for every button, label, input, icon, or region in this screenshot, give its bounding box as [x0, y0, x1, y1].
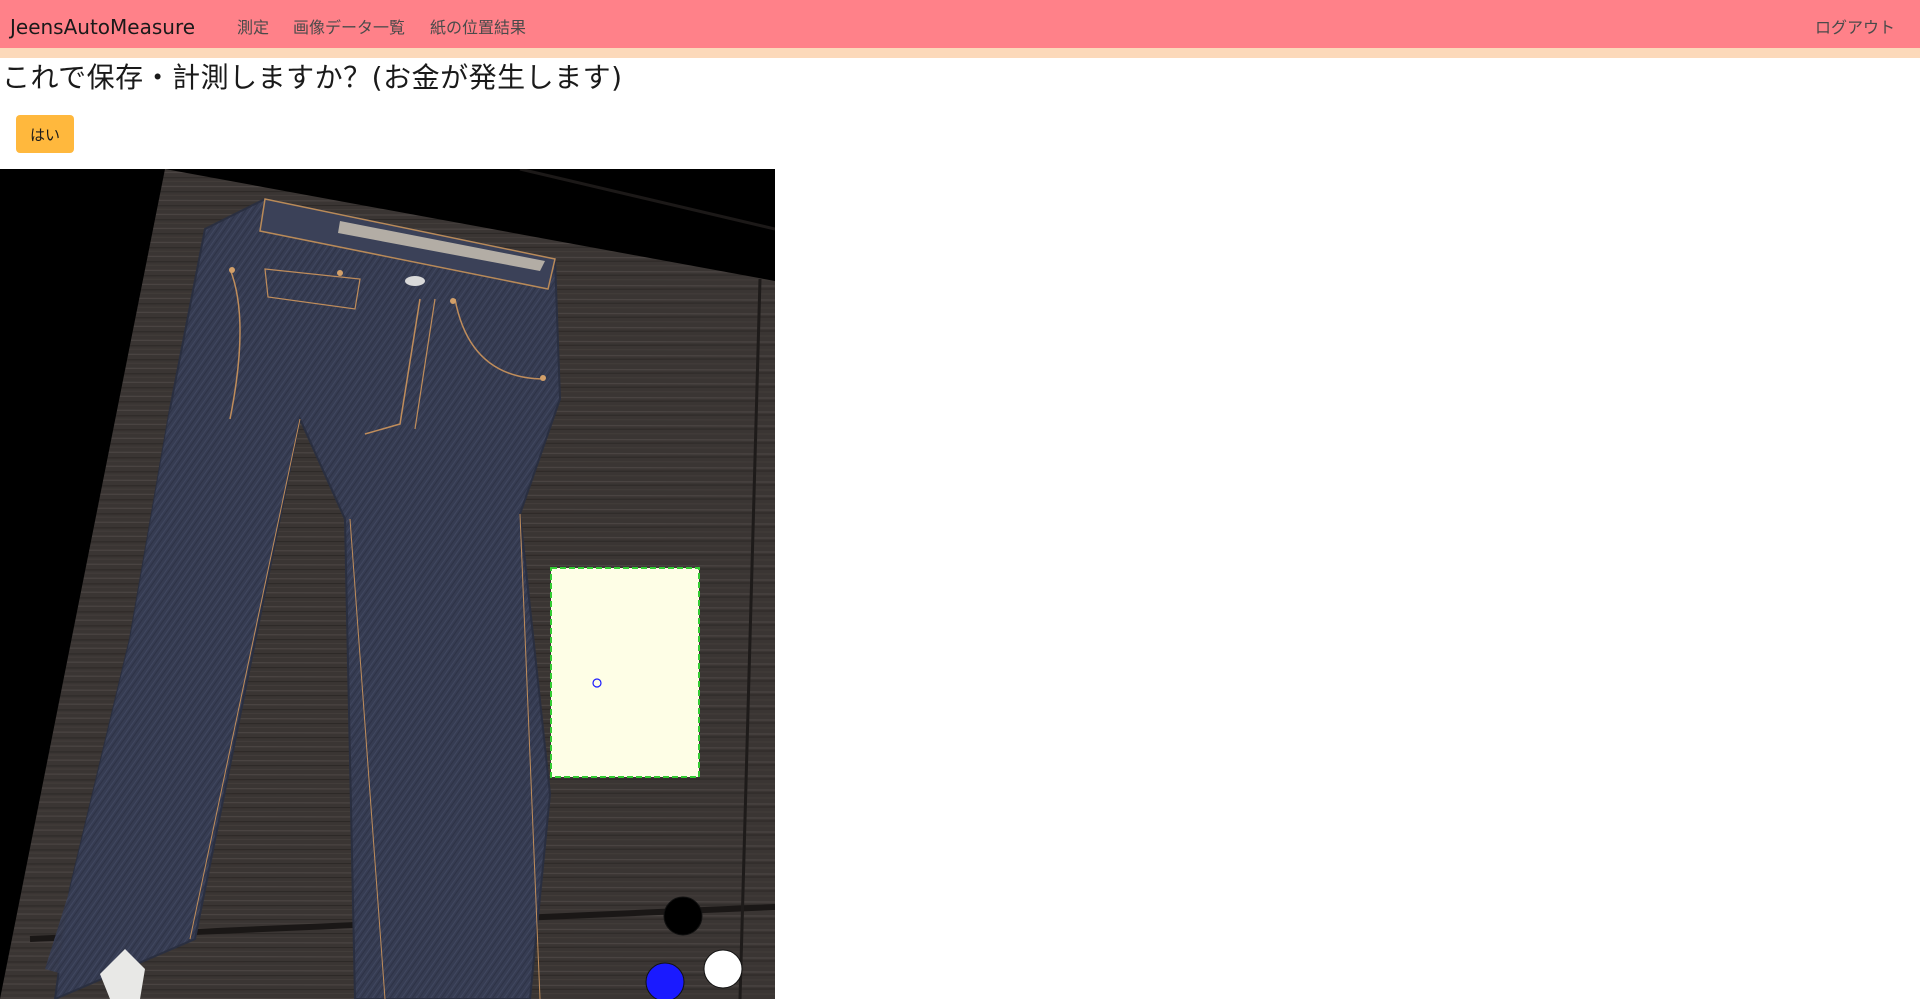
photo-svg	[0, 169, 775, 999]
nav-link-measure[interactable]: 測定	[237, 14, 269, 38]
confirm-yes-button[interactable]: はい	[16, 115, 74, 153]
nav-link-paper-position[interactable]: 紙の位置結果	[430, 14, 526, 38]
paper-marker[interactable]	[550, 567, 700, 778]
page-title: これで保存・計測しますか？(お金が発生します)	[2, 61, 623, 94]
photo-canvas[interactable]	[0, 169, 775, 999]
handle-blue[interactable]	[645, 962, 685, 999]
handle-white[interactable]	[703, 949, 743, 989]
handle-black[interactable]	[663, 896, 703, 936]
brand-logo[interactable]: JeensAutoMeasure	[10, 15, 195, 39]
logout-link[interactable]: ログアウト	[1815, 14, 1895, 38]
nav-link-image-list[interactable]: 画像データ一覧	[293, 14, 405, 38]
navbar: JeensAutoMeasure 測定 画像データ一覧 紙の位置結果 ログアウト	[0, 0, 1920, 48]
